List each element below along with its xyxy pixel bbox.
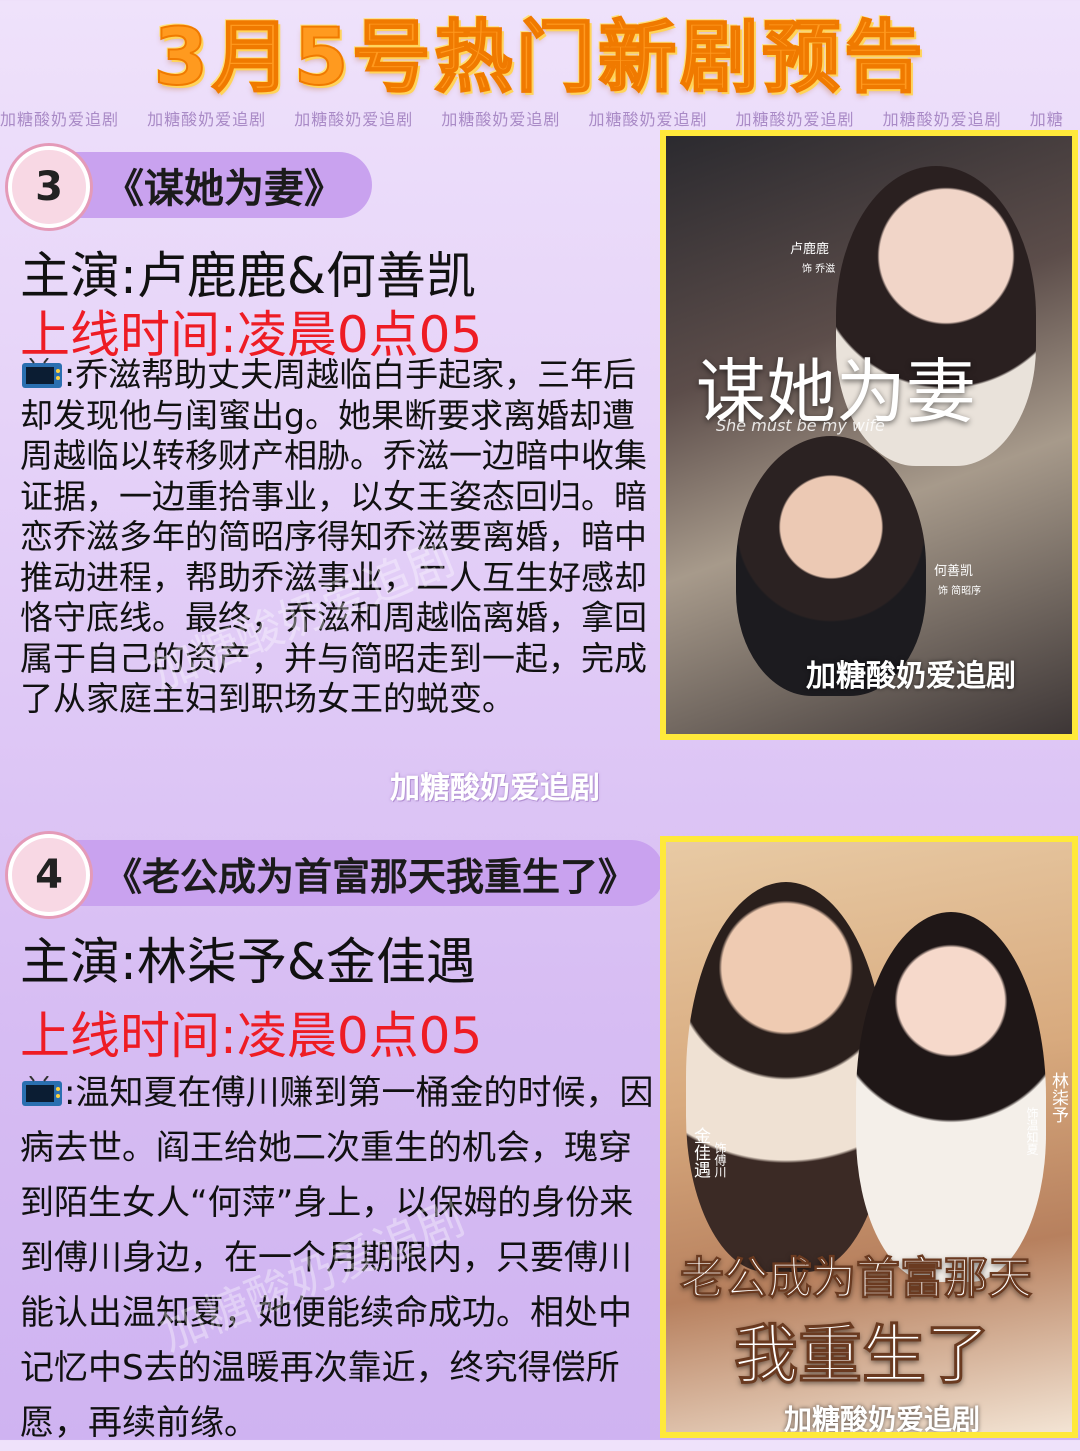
watermark-text: 加糖酸奶爱追剧 bbox=[441, 110, 561, 129]
show-title-pill: 《老公成为首富那天我重生了》 bbox=[14, 840, 665, 906]
poster-title-line2: 我重生了 bbox=[734, 1319, 991, 1394]
watermark-text: 加糖酸奶爱追剧 bbox=[882, 110, 1002, 129]
watermark-strip: 加糖酸奶爱追剧 加糖酸奶爱追剧 加糖酸奶爱追剧 加糖酸奶爱追剧 加糖酸奶爱追剧 … bbox=[0, 106, 1080, 132]
poster-role-name: 饰 简昭序 bbox=[938, 586, 982, 597]
tv-icon bbox=[20, 357, 64, 390]
watermark-text: 加糖酸奶爱追剧 bbox=[294, 110, 414, 129]
show-poster: 林柒予 饰温知夏 金佳遇 饰傅川 老公成为首富那天 我重生了 加糖酸奶爱追剧 bbox=[660, 836, 1078, 1438]
show-number-badge: 3 bbox=[8, 146, 90, 228]
poster-role-name: 饰温知夏 bbox=[1025, 1107, 1039, 1155]
show-title: 《老公成为首富那天我重生了》 bbox=[104, 854, 637, 899]
actress-figure bbox=[856, 912, 1046, 1282]
poster-actor-name: 金佳遇 bbox=[690, 1127, 710, 1178]
poster-watermark: 加糖酸奶爱追剧 bbox=[784, 1403, 981, 1436]
show-synopsis: :乔滋帮助丈夫周越临白手起家，三年后却发现他与闺蜜出g。她果断要求离婚却遭周越临… bbox=[20, 355, 660, 720]
watermark-text: 加糖酸奶爱追剧 bbox=[147, 110, 267, 129]
poster-subtitle: She must be my wife bbox=[716, 416, 885, 435]
show-synopsis-text: :乔滋帮助丈夫周越临白手起家，三年后却发现他与闺蜜出g。她果断要求离婚却遭周越临… bbox=[20, 355, 647, 718]
watermark-text: 加糖酸奶爱追剧 bbox=[588, 110, 708, 129]
poster-role-name: 饰 乔滋 bbox=[802, 264, 836, 275]
poster-watermark: 加糖酸奶爱追剧 bbox=[806, 659, 1016, 694]
poster-actor-name: 林柒予 bbox=[1048, 1072, 1068, 1123]
watermark-text: 加糖酸奶爱追剧 bbox=[0, 110, 120, 129]
show-number-badge: 4 bbox=[8, 834, 90, 916]
tv-icon bbox=[20, 1070, 64, 1106]
page-title: 3月5号热门新剧预告 bbox=[153, 12, 927, 104]
poster-actor-name: 卢鹿鹿 bbox=[790, 242, 830, 257]
show-poster: 谋她为妻 She must be my wife 卢鹿鹿 饰 乔滋 何善凯 饰 … bbox=[660, 130, 1078, 740]
watermark-text: 加糖酸奶爱追剧 bbox=[735, 110, 855, 129]
poster-title-line1: 老公成为首富那天 bbox=[680, 1253, 1033, 1305]
section-watermark: 加糖酸奶爱追剧 bbox=[390, 771, 600, 806]
show-air-time: 上线时间:凌晨0点05 bbox=[20, 1007, 483, 1065]
show-cast: 主演:林柒予&金佳遇 bbox=[20, 933, 476, 991]
poster-role-name: 饰傅川 bbox=[713, 1142, 727, 1178]
watermark-text: 加糖 bbox=[1029, 110, 1064, 129]
poster-actor-name: 何善凯 bbox=[934, 564, 974, 579]
